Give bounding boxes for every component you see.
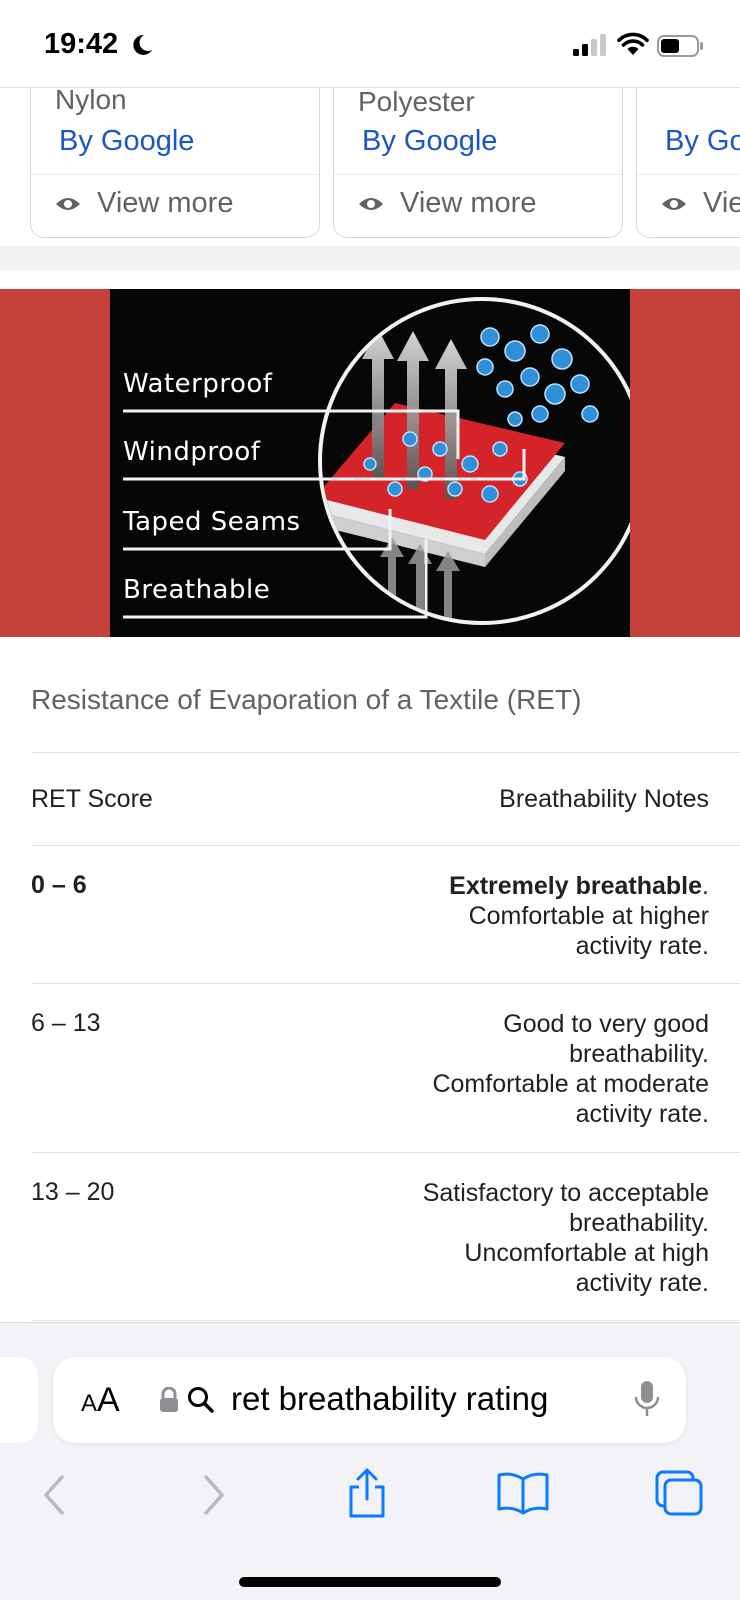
view-more-link[interactable]: Vie: [661, 187, 740, 220]
card-source-link[interactable]: By Google: [59, 125, 194, 158]
view-more-label: View more: [400, 187, 537, 219]
battery-icon: [657, 35, 703, 57]
diagram-panel: Waterproof Windproof Taped Seams Breatha…: [110, 289, 630, 637]
chevron-right-icon[interactable]: [200, 1473, 228, 1517]
card-partial[interactable]: By Go Vie: [636, 88, 740, 238]
table-divider: [31, 1320, 740, 1321]
fabric-diagram-image[interactable]: Waterproof Windproof Taped Seams Breatha…: [0, 289, 740, 637]
section-gap: [0, 246, 740, 270]
microphone-icon[interactable]: [633, 1379, 661, 1419]
tabs-icon[interactable]: [654, 1469, 704, 1517]
label-taped-seams: Taped Seams: [123, 507, 301, 537]
reader-options-button[interactable]: AA: [81, 1381, 120, 1420]
book-icon[interactable]: [496, 1471, 550, 1515]
share-icon[interactable]: [346, 1467, 388, 1519]
card-polyester[interactable]: Polyester By Google View more: [333, 88, 623, 238]
cellular-signal-icon: [573, 34, 606, 56]
chevron-left-icon[interactable]: [40, 1473, 68, 1517]
label-waterproof: Waterproof: [123, 369, 273, 399]
search-icon: [188, 1387, 214, 1413]
table-divider: [31, 1152, 740, 1153]
row-score: 0 – 6: [31, 871, 87, 899]
eye-icon: [662, 197, 686, 210]
card-nylon[interactable]: Nylon By Google View more: [30, 88, 320, 238]
card-source-link[interactable]: By Go: [665, 125, 740, 158]
table-divider: [31, 752, 740, 753]
view-more-label: Vie: [703, 187, 740, 219]
row-note: Good to very good breathability. Comfort…: [432, 1010, 709, 1128]
table-title: Resistance of Evaporation of a Textile (…: [31, 684, 582, 715]
card-divider: [637, 174, 740, 175]
material-cards: Nylon By Google View more Polyester By G…: [0, 88, 740, 246]
header-ret-score: RET Score: [31, 785, 153, 813]
card-source-link[interactable]: By Google: [362, 125, 497, 158]
address-bar[interactable]: AA ret breathability rating: [53, 1357, 686, 1443]
row-note: Extremely breathable. Comfortable at hig…: [399, 871, 709, 961]
lock-icon: [160, 1387, 178, 1412]
label-breathable: Breathable: [123, 575, 271, 605]
card-title: Polyester: [358, 88, 475, 117]
row-score: 13 – 20: [31, 1178, 115, 1206]
row-note: Satisfactory to acceptable breathability…: [422, 1179, 709, 1297]
row-note-bold: Extremely breathable: [449, 872, 703, 900]
view-more-link[interactable]: View more: [55, 187, 233, 220]
moon-icon: [133, 34, 152, 55]
status-bar: 19:42: [0, 0, 740, 88]
label-windproof: Windproof: [123, 437, 261, 467]
view-more-link[interactable]: View more: [358, 187, 536, 220]
card-title: Nylon: [55, 88, 127, 115]
header-breathability-notes: Breathability Notes: [499, 785, 709, 813]
eye-icon: [56, 197, 80, 210]
table-divider: [31, 983, 740, 984]
previous-tab-pill[interactable]: [0, 1357, 38, 1443]
table-divider: [31, 845, 740, 846]
row-score: 6 – 13: [31, 1009, 101, 1037]
home-indicator: [239, 1577, 501, 1587]
status-time: 19:42: [44, 28, 119, 60]
address-query[interactable]: ret breathability rating: [231, 1380, 548, 1418]
card-divider: [31, 174, 319, 175]
card-divider: [334, 174, 622, 175]
browser-toolbar: AA ret breathability rating: [0, 1322, 740, 1600]
view-more-label: View more: [97, 187, 234, 219]
wifi-icon: [617, 32, 649, 55]
eye-icon: [359, 197, 383, 210]
